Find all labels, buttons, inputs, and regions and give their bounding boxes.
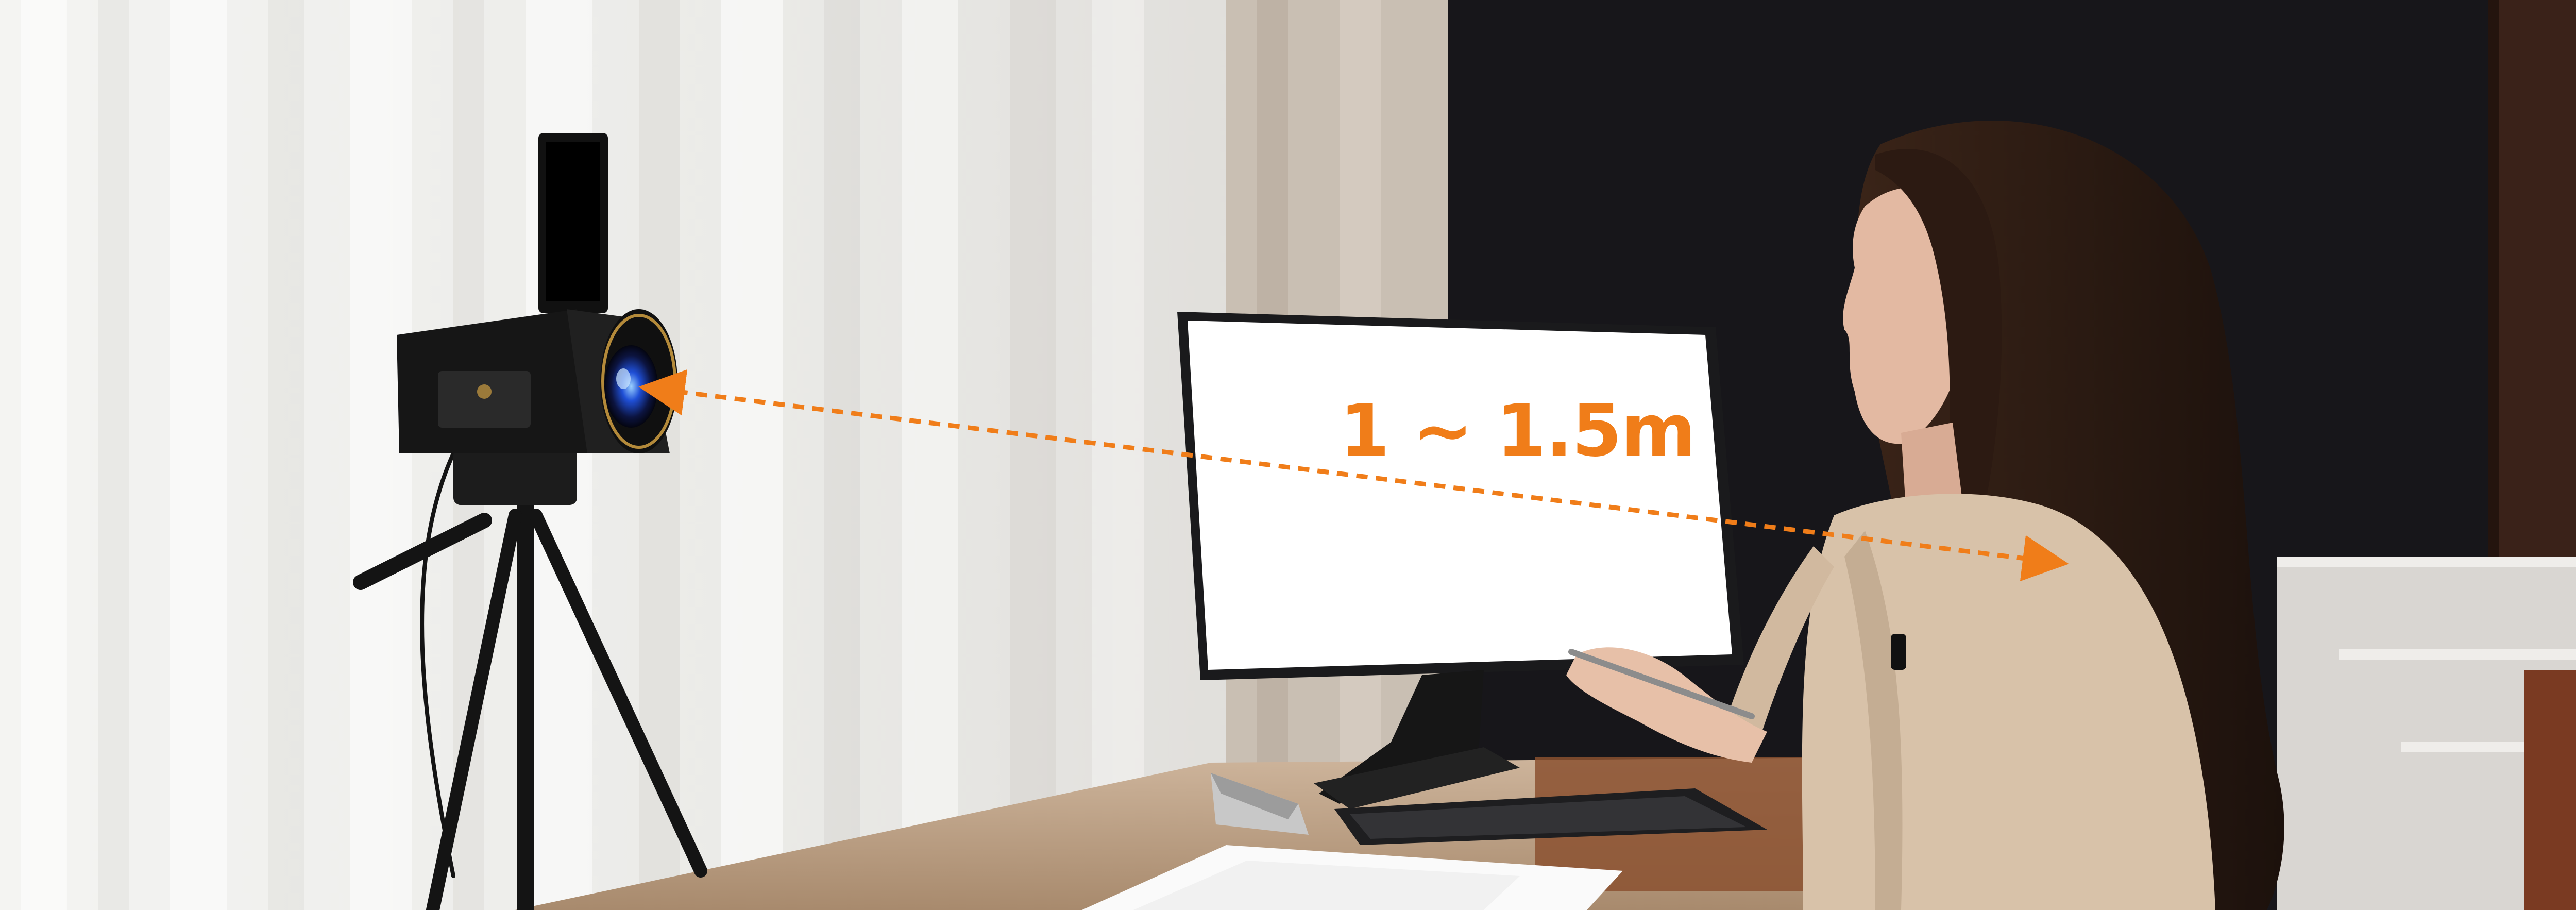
distance-label: 1 ~ 1.5m <box>1340 389 1696 473</box>
staircase <box>2277 557 2576 910</box>
monitor-screen <box>1188 321 1732 670</box>
camera-lens <box>604 345 658 428</box>
scene-illustration <box>0 0 2576 910</box>
